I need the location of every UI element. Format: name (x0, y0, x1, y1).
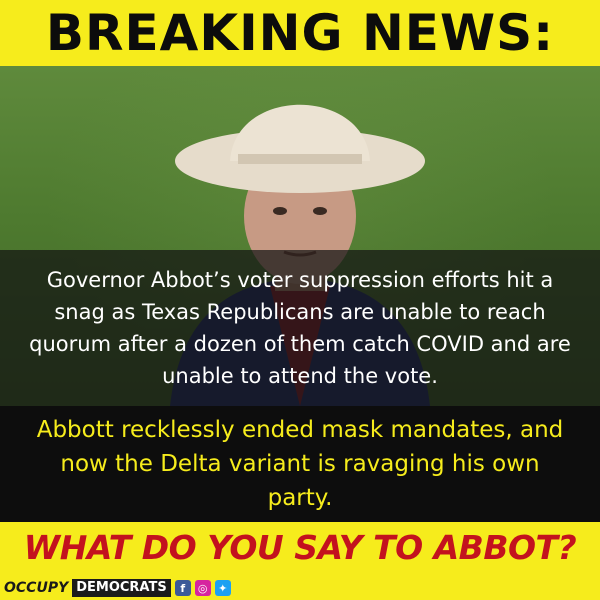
caption-box: Governor Abbot’s voter suppression effor… (0, 250, 600, 406)
photo: Governor Abbot’s voter suppression effor… (0, 66, 600, 406)
twitter-icon: ✦ (214, 580, 231, 596)
statement-text: Abbott recklessly ended mask mandates, a… (36, 417, 564, 511)
headline: BREAKING NEWS: (45, 4, 555, 62)
top-banner: BREAKING NEWS: (0, 0, 600, 66)
facebook-icon: f (174, 580, 191, 596)
caption-text: Governor Abbot’s voter suppression effor… (29, 268, 571, 388)
instagram-icon: ◎ (194, 580, 211, 596)
brand-democrats-text: DEMOCRATS (72, 579, 171, 597)
brand-logo: OCCUPY DEMOCRATS f ◎ ✦ (4, 578, 231, 598)
bottom-banner: WHAT DO YOU SAY TO ABBOT? OCCUPY DEMOCRA… (0, 522, 600, 600)
brand-occupy-text: OCCUPY (4, 580, 69, 596)
statement-box: Abbott recklessly ended mask mandates, a… (0, 406, 600, 522)
question-text: WHAT DO YOU SAY TO ABBOT? (23, 528, 577, 567)
poster: BREAKING NEWS: Governor Abbot’s voter su… (0, 0, 600, 600)
